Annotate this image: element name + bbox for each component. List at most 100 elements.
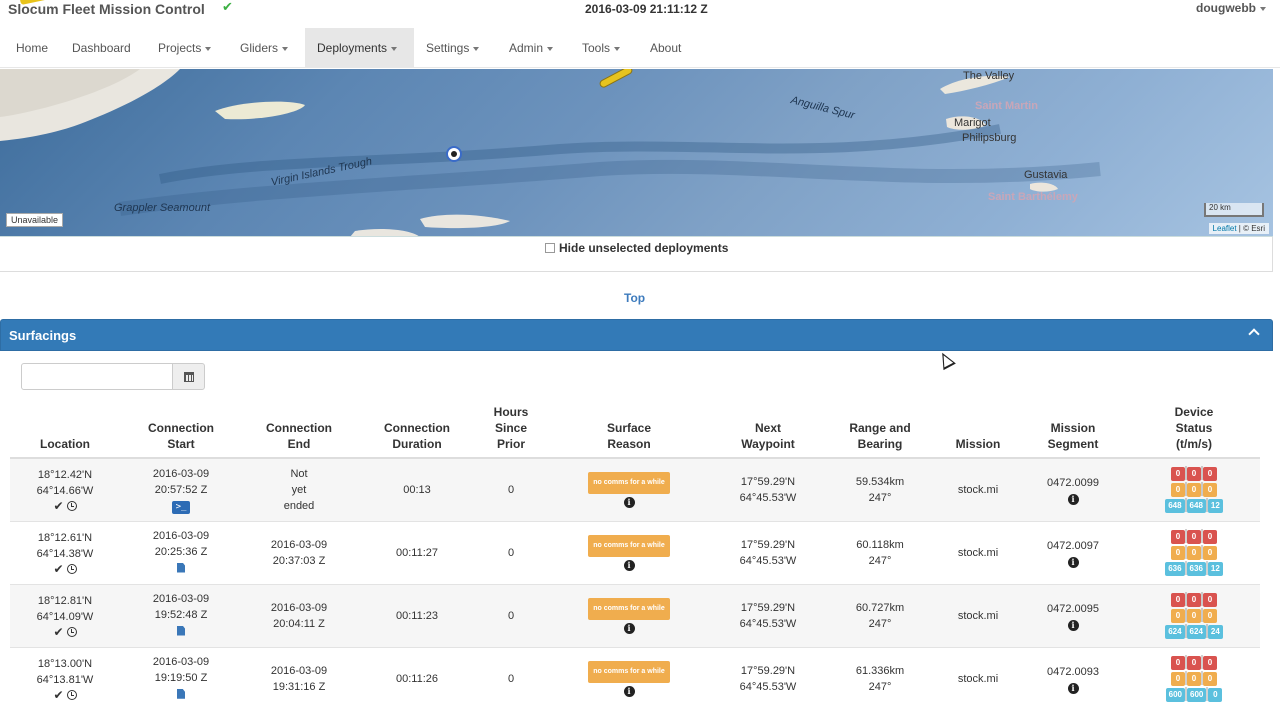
status-chip-t[interactable]: 0 (1171, 655, 1185, 670)
status-chip-s[interactable]: 636 (1186, 561, 1206, 576)
info-icon[interactable]: i (1067, 493, 1079, 505)
col-connection-start[interactable]: Connection Start (120, 404, 242, 459)
deployment-map[interactable]: Virgin Islands Trough Anguilla Spur Grap… (0, 69, 1273, 237)
status-chip-t[interactable]: 0 (1171, 592, 1185, 607)
table-row[interactable]: 18°12.42'N 64°14.66'W ✔ 2016-03-09 20:57… (10, 457, 1260, 521)
status-chip-s[interactable]: 12 (1207, 498, 1223, 513)
status-chip-m[interactable]: 0 (1171, 671, 1185, 686)
nav-about[interactable]: About (638, 28, 693, 68)
col-location[interactable]: Location (10, 404, 120, 459)
status-chip-s[interactable]: 600 (1187, 687, 1207, 702)
cell-range-bearing: 60.727km 247° (822, 583, 938, 647)
status-chip-s[interactable]: 0 (1208, 687, 1223, 702)
status-chip-m[interactable]: 0 (1171, 608, 1185, 623)
hide-unselected-toggle[interactable]: Hide unselected deployments (545, 241, 728, 255)
hours-since-prior: 0 (507, 546, 515, 559)
status-chip-t[interactable]: 0 (1187, 466, 1201, 481)
clock-icon[interactable] (66, 563, 77, 574)
table-header-row: Location Connection Start Connection End C… (10, 404, 1260, 459)
clock-icon[interactable] (66, 626, 77, 637)
nav-deployments[interactable]: Deployments (305, 28, 414, 68)
col-connection-end[interactable]: Connection End (242, 404, 356, 459)
status-chip-t[interactable]: 0 (1171, 529, 1185, 544)
status-chip-m[interactable]: 0 (1171, 482, 1185, 497)
cell-connection-start: 2016-03-09 20:57:52 Z >_ (120, 457, 242, 521)
table-row[interactable]: 18°12.81'N 64°14.09'W ✔ 2016-03-09 19:52… (10, 583, 1260, 647)
user-menu[interactable]: dougwebb (1196, 1, 1266, 15)
info-icon[interactable]: i (623, 559, 635, 571)
nav-settings[interactable]: Settings (414, 28, 491, 68)
nav-dashboard[interactable]: Dashboard (60, 28, 143, 68)
col-next-waypoint[interactable]: Next Waypoint (714, 404, 822, 459)
status-chip-s[interactable]: 12 (1207, 561, 1223, 576)
status-chip-s[interactable]: 636 (1165, 561, 1185, 576)
nav-projects[interactable]: Projects (146, 28, 223, 68)
info-icon[interactable]: i (1067, 682, 1079, 694)
nav-label: Dashboard (72, 41, 131, 55)
info-icon[interactable]: i (623, 622, 635, 634)
status-chip-t[interactable]: 0 (1203, 655, 1217, 670)
info-icon[interactable]: i (1067, 619, 1079, 631)
col-range-bearing[interactable]: Range and Bearing (822, 404, 938, 459)
leaflet-link[interactable]: Leaflet (1213, 224, 1237, 233)
col-surface-reason[interactable]: Surface Reason (544, 404, 714, 459)
surfacing-marker-icon[interactable] (446, 146, 462, 162)
status-chip-s[interactable]: 648 (1165, 498, 1185, 513)
status-chip-t[interactable]: 0 (1203, 592, 1217, 607)
terminal-icon[interactable]: >_ (172, 500, 190, 514)
status-chip-s[interactable]: 624 (1165, 624, 1185, 639)
surfacings-panel-header[interactable]: Surfacings (0, 319, 1273, 351)
mission-name: stock.mi (957, 609, 999, 622)
date-filter-input[interactable] (21, 363, 173, 390)
status-chip-t[interactable]: 0 (1187, 655, 1201, 670)
col-hours-since-prior[interactable]: Hours Since Prior (478, 404, 544, 459)
table-row[interactable]: 18°12.61'N 64°14.38'W ✔ 2016-03-09 20:25… (10, 520, 1260, 584)
status-chip-m[interactable]: 0 (1187, 608, 1201, 623)
hide-unselected-checkbox[interactable] (545, 243, 555, 253)
status-chip-m[interactable]: 0 (1171, 545, 1185, 560)
chevron-down-icon (614, 46, 621, 51)
nav-tools[interactable]: Tools (570, 28, 632, 68)
table-row[interactable]: 18°13.00'N 64°13.81'W ✔ 2016-03-09 19:19… (10, 646, 1260, 710)
clock-icon[interactable] (66, 689, 77, 700)
col-mission-segment[interactable]: Mission Segment (1018, 404, 1128, 459)
chevron-up-icon[interactable] (1248, 328, 1260, 340)
status-chip-s[interactable]: 600 (1165, 687, 1185, 702)
waypoint-lon: 64°45.53'W (739, 617, 797, 630)
status-chip-s[interactable]: 624 (1186, 624, 1206, 639)
divider (0, 271, 1273, 272)
status-chip-m[interactable]: 0 (1187, 545, 1201, 560)
calendar-button[interactable] (172, 363, 205, 390)
status-chip-t[interactable]: 0 (1171, 466, 1185, 481)
nav-admin[interactable]: Admin (497, 28, 565, 68)
col-device-status[interactable]: Device Status (t/m/s) (1128, 404, 1260, 459)
status-chip-m[interactable]: 0 (1203, 545, 1217, 560)
status-chip-m[interactable]: 0 (1187, 671, 1201, 686)
nav-gliders[interactable]: Gliders (228, 28, 300, 68)
clock-icon[interactable] (66, 500, 77, 511)
col-mission[interactable]: Mission (938, 404, 1018, 459)
status-chip-s[interactable]: 24 (1207, 624, 1223, 639)
document-icon[interactable] (177, 688, 185, 699)
status-chip-t[interactable]: 0 (1203, 529, 1217, 544)
col-connection-duration[interactable]: Connection Duration (356, 404, 478, 459)
top-link[interactable]: Top (624, 291, 645, 305)
cell-hours-since-prior: 0 (478, 646, 544, 710)
status-chip-m[interactable]: 0 (1203, 671, 1217, 686)
status-chip-m[interactable]: 0 (1203, 608, 1217, 623)
document-icon[interactable] (177, 625, 185, 636)
app-title[interactable]: Slocum Fleet Mission Control (8, 1, 205, 17)
status-chip-t[interactable]: 0 (1187, 529, 1201, 544)
chevron-down-icon (282, 46, 289, 51)
status-chip-s[interactable]: 648 (1186, 498, 1206, 513)
info-icon[interactable]: i (623, 496, 635, 508)
status-chip-t[interactable]: 0 (1203, 466, 1217, 481)
info-icon[interactable]: i (1067, 556, 1079, 568)
status-chip-m[interactable]: 0 (1187, 482, 1201, 497)
nav-home[interactable]: Home (4, 28, 60, 68)
status-chip-m[interactable]: 0 (1203, 482, 1217, 497)
status-chip-t[interactable]: 0 (1187, 592, 1201, 607)
info-icon[interactable]: i (623, 685, 635, 697)
bearing: 247° (868, 491, 892, 504)
document-icon[interactable] (177, 562, 185, 573)
